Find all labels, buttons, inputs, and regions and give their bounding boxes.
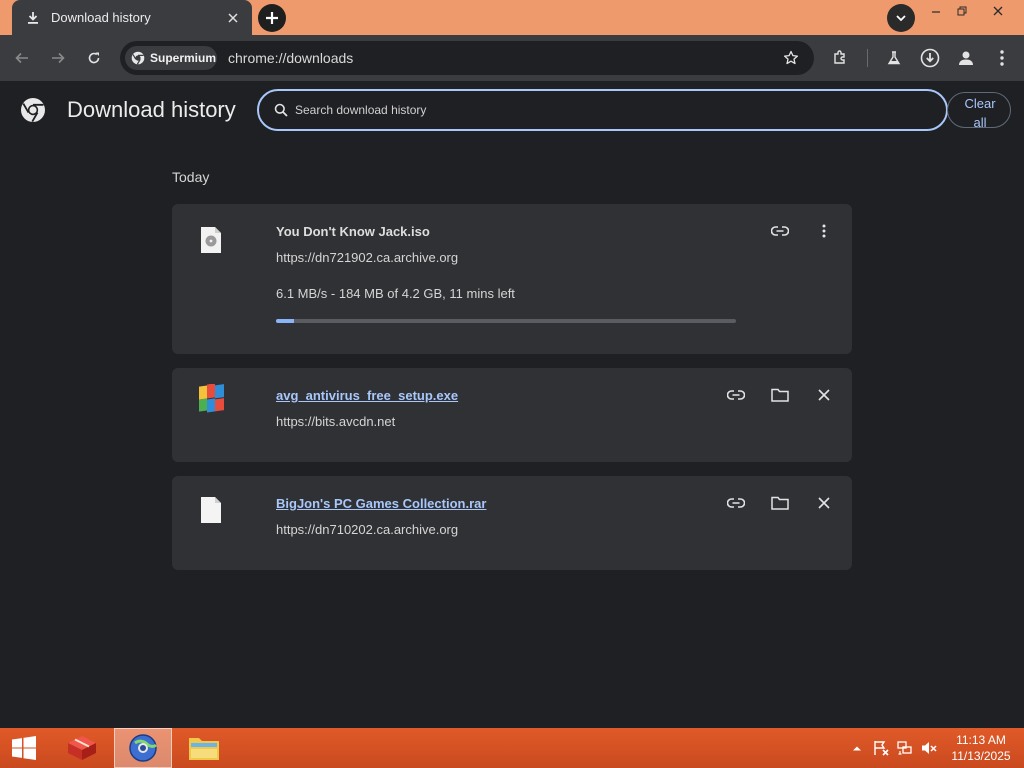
browser-logo-icon (131, 51, 145, 65)
date-heading: Today (172, 169, 210, 185)
restore-button[interactable] (944, 0, 980, 22)
search-input[interactable] (295, 103, 946, 117)
person-icon (959, 51, 973, 65)
close-icon (818, 497, 830, 509)
folder-icon (189, 738, 219, 760)
file-name-link[interactable]: avg_antivirus_free_setup.exe (276, 388, 458, 403)
address-bar[interactable]: Supermium chrome://downloads (120, 41, 814, 75)
close-icon (993, 6, 1003, 16)
start-button[interactable] (0, 728, 48, 768)
show-hidden-icons-button[interactable] (849, 740, 865, 756)
volume-muted-icon[interactable] (921, 740, 937, 756)
copy-link-button[interactable] (722, 381, 750, 409)
labs-button[interactable] (880, 44, 908, 72)
puzzle-icon (834, 50, 845, 64)
toolbar-separator (867, 49, 868, 67)
tab-strip: Download history (0, 0, 1024, 35)
chromium-logo-icon (21, 98, 45, 123)
site-chip-label: Supermium (150, 51, 217, 65)
tab-search-button[interactable] (887, 4, 915, 32)
taskbar-browser[interactable] (114, 728, 172, 768)
menu-button[interactable] (988, 44, 1016, 72)
chevron-down-icon (896, 15, 906, 22)
downloads-button[interactable] (916, 44, 944, 72)
remove-from-list-button[interactable] (810, 381, 838, 409)
site-info-chip[interactable]: Supermium (125, 46, 217, 70)
forward-button[interactable] (44, 44, 72, 72)
minimize-icon (932, 11, 940, 13)
tab-close-icon[interactable] (224, 9, 242, 27)
clear-all-button[interactable]: Clear all (947, 92, 1011, 130)
show-in-folder-button[interactable] (766, 381, 794, 409)
download-item: avg_antivirus_free_setup.exe https://bit… (172, 368, 852, 462)
system-clock[interactable]: 11:13 AM 11/13/2025 (944, 732, 1018, 764)
link-icon (727, 390, 745, 400)
url-text[interactable]: chrome://downloads (228, 50, 353, 66)
archive-file-icon (201, 497, 221, 523)
taskbar (0, 728, 1024, 768)
show-in-folder-button[interactable] (766, 489, 794, 517)
extensions-button[interactable] (826, 44, 854, 72)
download-icon (25, 10, 41, 26)
tab-download-history[interactable]: Download history (12, 0, 252, 35)
reload-icon (88, 52, 100, 64)
remove-from-list-button[interactable] (810, 489, 838, 517)
download-item: BigJon's PC Games Collection.rar https:/… (172, 476, 852, 570)
windows-logo-icon (12, 736, 36, 760)
profile-button[interactable] (952, 44, 980, 72)
clear-all-label-line1: Clear (964, 96, 996, 111)
download-circle-icon (920, 48, 940, 68)
new-tab-button[interactable] (258, 4, 286, 32)
download-progress-fill (276, 319, 295, 323)
folder-icon (771, 496, 789, 510)
link-icon (727, 498, 745, 508)
tab-title: Download history (51, 10, 151, 25)
file-source-url[interactable]: https://dn710202.ca.archive.org (276, 522, 458, 537)
back-button[interactable] (8, 44, 36, 72)
flask-icon (887, 51, 901, 65)
search-box[interactable] (257, 89, 948, 131)
clock-date: 11/13/2025 (951, 749, 1011, 763)
taskbar-file-explorer[interactable] (180, 728, 228, 768)
file-name: You Don't Know Jack.iso (276, 224, 430, 239)
network-icon[interactable] (897, 740, 913, 756)
disc-image-file-icon (201, 227, 221, 253)
kebab-menu-icon (1000, 50, 1004, 66)
arrow-right-icon (52, 52, 65, 64)
folder-icon (771, 388, 789, 402)
close-window-button[interactable] (980, 0, 1016, 22)
file-source-url[interactable]: https://bits.avcdn.net (276, 414, 395, 429)
action-center-flag-icon[interactable] (873, 740, 889, 756)
link-icon (771, 226, 789, 236)
file-source-url[interactable]: https://dn721902.ca.archive.org (276, 250, 458, 265)
download-item: You Don't Know Jack.iso https://dn721902… (172, 204, 852, 354)
kebab-menu-icon (822, 224, 826, 238)
clear-all-label-line2: all (973, 115, 987, 130)
restore-icon (957, 6, 967, 16)
avg-installer-icon (199, 384, 224, 413)
copy-link-button[interactable] (722, 489, 750, 517)
browser-globe-icon (129, 734, 158, 762)
reload-button[interactable] (80, 44, 108, 72)
red-package-icon (68, 736, 96, 760)
file-name-link[interactable]: BigJon's PC Games Collection.rar (276, 496, 486, 511)
bookmark-star-icon[interactable] (778, 45, 804, 71)
plus-icon (266, 12, 278, 24)
page-title: Download history (67, 97, 236, 122)
arrow-left-icon (15, 52, 28, 64)
taskbar-app-red-box[interactable] (58, 728, 106, 768)
download-progress-bar (276, 319, 736, 323)
copy-link-button[interactable] (766, 217, 794, 245)
more-actions-button[interactable] (810, 217, 838, 245)
chevron-up-icon (853, 746, 861, 751)
download-status-text: 6.1 MB/s - 184 MB of 4.2 GB, 11 mins lef… (276, 286, 515, 301)
search-icon (273, 102, 289, 118)
clock-time: 11:13 AM (956, 733, 1006, 747)
close-icon (818, 389, 830, 401)
